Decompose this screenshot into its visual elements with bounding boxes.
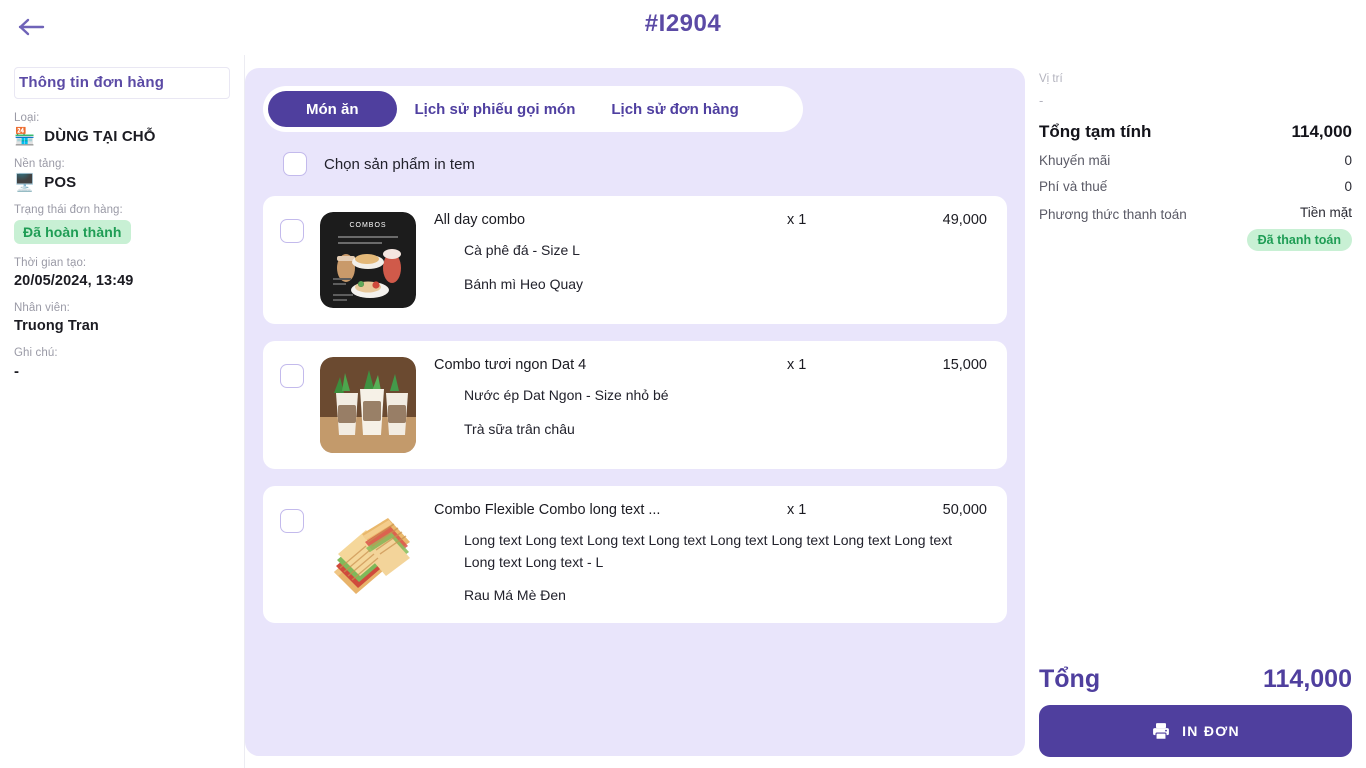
printer-icon (1153, 723, 1169, 740)
field-order-type-label: Loại: (14, 112, 40, 124)
svg-text:COMBOS: COMBOS (349, 222, 386, 229)
order-item-row: COMBOS All day combo x 1 49,000 Cà phê đ… (263, 196, 1007, 324)
item-price: 15,000 (942, 357, 987, 373)
order-detail-screen: #I2904 Thông tin đơn hàng Loại: 🏪 DÙNG T… (0, 0, 1366, 768)
subtotal-row: Tổng tạm tính 114,000 (1039, 122, 1352, 142)
order-items-list: COMBOS All day combo x 1 49,000 Cà phê đ… (263, 196, 1007, 624)
page-title: #I2904 (644, 10, 722, 37)
grand-total-value: 114,000 (1263, 665, 1352, 693)
dine-in-icon: 🏪 (14, 127, 36, 146)
fee-tax-row: Phí và thuế 0 (1039, 179, 1352, 194)
item-options-list: Cà phê đá - Size L Bánh mì Heo Quay (434, 240, 987, 295)
payment-method-label: Phương thức thanh toán (1039, 207, 1187, 222)
item-quantity: x 1 (787, 357, 807, 373)
field-created-time-label: Thời gian tạo: (14, 257, 87, 269)
order-summary-sidebar: Vị trí - Tổng tạm tính 114,000 Khuyến mã… (1025, 55, 1366, 768)
field-staff: Nhân viên: Truong Tran (14, 302, 230, 334)
tab-mon-an[interactable]: Món ăn (268, 91, 397, 127)
item-thumbnail-juice (320, 357, 416, 453)
item-quantity: x 1 (787, 502, 807, 518)
subtotal-value: 114,000 (1291, 122, 1352, 141)
item-name: Combo tươi ngon Dat 4 (434, 357, 587, 373)
tab-bar: Món ăn Lịch sử phiếu gọi món Lịch sử đơn… (263, 86, 803, 132)
discount-label: Khuyến mãi (1039, 153, 1111, 168)
payment-method-value: Tiền mặt (1299, 205, 1352, 220)
item-option: Cà phê đá - Size L (464, 242, 580, 258)
item-checkbox[interactable] (280, 364, 304, 388)
fee-tax-value: 0 (1344, 179, 1352, 194)
select-all-label: Chọn sản phẩm in tem (324, 155, 475, 173)
order-info-header: Thông tin đơn hàng (14, 67, 230, 99)
discount-value: 0 (1344, 153, 1352, 168)
location-value: - (1039, 93, 1044, 108)
grand-total-row: Tổng 114,000 (1039, 665, 1352, 694)
print-order-label: IN ĐƠN (1182, 723, 1240, 739)
item-option: Rau Má Mè Đen (464, 587, 566, 604)
item-checkbox[interactable] (280, 219, 304, 243)
item-option: Nước ép Dat Ngon - Size nhỏ bé (464, 387, 669, 403)
order-info-sidebar: Thông tin đơn hàng Loại: 🏪 DÙNG TẠI CHỖ … (0, 55, 245, 768)
fee-tax-label: Phí và thuế (1039, 179, 1108, 194)
payment-status-badge: Đã thanh toán (1246, 229, 1352, 251)
grand-total-label: Tổng (1039, 665, 1101, 693)
order-items-panel: Món ăn Lịch sử phiếu gọi món Lịch sử đơn… (245, 68, 1025, 756)
discount-row: Khuyến mãi 0 (1039, 153, 1352, 168)
field-staff-label: Nhân viên: (14, 302, 70, 314)
order-item-row: Combo Flexible Combo long text ... x 1 5… (263, 486, 1007, 624)
status-badge: Đã hoàn thành (14, 220, 131, 244)
field-order-status: Trạng thái đơn hàng: Đã hoàn thành (14, 204, 230, 244)
page-header: #I2904 (0, 0, 1366, 55)
pos-terminal-icon: 🖥️ (14, 173, 36, 192)
tab-lich-su-phieu-goi-mon[interactable]: Lịch sử phiếu gọi món (397, 91, 594, 127)
item-name: Combo Flexible Combo long text ... (434, 502, 661, 518)
field-order-status-label: Trạng thái đơn hàng: (14, 204, 123, 216)
field-note: Ghi chú: - (14, 347, 230, 380)
item-options-list: Nước ép Dat Ngon - Size nhỏ bé Trà sữa t… (434, 385, 987, 440)
item-options-list: Long text Long text Long text Long text … (434, 530, 987, 607)
item-option: Bánh mì Heo Quay (464, 275, 584, 292)
item-thumbnail-sandwich (320, 502, 416, 598)
field-platform: Nền tảng: 🖥️ POS (14, 158, 230, 191)
print-order-button[interactable]: IN ĐƠN (1039, 705, 1352, 757)
order-info-title: Thông tin đơn hàng (19, 74, 165, 91)
location-label: Vị trí (1039, 73, 1063, 85)
field-order-type: Loại: 🏪 DÙNG TẠI CHỖ (14, 112, 230, 145)
item-name: All day combo (434, 212, 526, 228)
field-note-label: Ghi chú: (14, 347, 58, 359)
payment-method-row: Phương thức thanh toán Tiền mặt Đã thanh… (1039, 205, 1352, 251)
field-platform-value: POS (44, 174, 77, 191)
tab-lich-su-don-hang[interactable]: Lịch sử đơn hàng (593, 91, 756, 127)
item-price: 50,000 (942, 502, 987, 518)
item-price: 49,000 (942, 212, 987, 228)
field-note-value: - (14, 363, 19, 380)
field-created-time-value: 20/05/2024, 13:49 (14, 273, 134, 289)
field-platform-label: Nền tảng: (14, 158, 65, 170)
item-quantity: x 1 (787, 212, 807, 228)
subtotal-label: Tổng tạm tính (1039, 122, 1152, 141)
order-item-row: Combo tươi ngon Dat 4 x 1 15,000 Nước ép… (263, 341, 1007, 469)
field-staff-value: Truong Tran (14, 318, 99, 334)
item-option: Long text Long text Long text Long text … (464, 532, 953, 570)
select-all-row: Chọn sản phẩm in tem (283, 150, 1007, 178)
select-all-checkbox[interactable] (283, 152, 307, 176)
item-checkbox[interactable] (280, 509, 304, 533)
field-order-type-value: DÙNG TẠI CHỖ (44, 128, 156, 145)
item-thumbnail-combo: COMBOS (320, 212, 416, 308)
item-option: Trà sữa trân châu (464, 420, 575, 437)
field-created-time: Thời gian tạo: 20/05/2024, 13:49 (14, 257, 230, 289)
